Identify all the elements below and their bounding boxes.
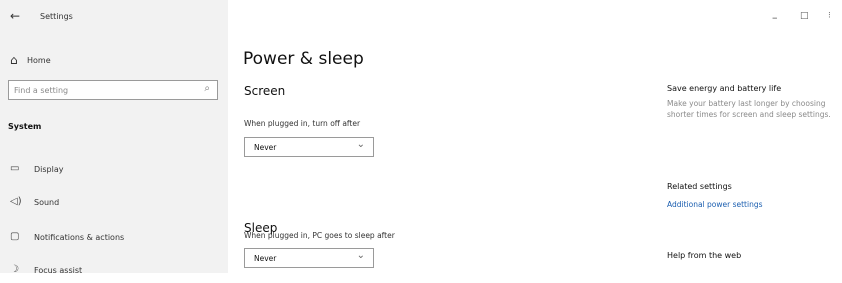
sidebar-item-label: Display xyxy=(34,165,64,174)
additional-power-settings-link[interactable]: Additional power settings xyxy=(667,200,763,209)
screen-label: When plugged in, turn off after xyxy=(244,119,361,128)
back-arrow-icon[interactable]: ← xyxy=(10,9,20,23)
sleep-timeout-dropdown[interactable]: Never ⌄ xyxy=(244,248,374,268)
tip-heading: Save energy and battery life xyxy=(667,84,782,93)
notifications-icon: ▢ xyxy=(10,231,20,242)
display-icon: ▭ xyxy=(10,163,20,174)
sidebar-item-focus-assist[interactable]: ☽ Focus assist xyxy=(0,259,228,283)
search-input[interactable] xyxy=(14,85,189,96)
sidebar-item-label: Notifications & actions xyxy=(34,233,125,242)
screen-timeout-dropdown[interactable]: Never ⌄ xyxy=(244,137,374,157)
page-title: Power & sleep xyxy=(243,49,364,69)
related-settings-heading: Related settings xyxy=(667,182,732,191)
tip-text: Make your battery last longer by choosin… xyxy=(667,99,831,119)
dropdown-value: Never xyxy=(254,143,277,152)
home-link[interactable]: Home xyxy=(27,56,51,65)
dropdown-value: Never xyxy=(254,254,277,263)
search-icon[interactable]: ⌕ xyxy=(204,83,210,94)
focus-assist-icon: ☽ xyxy=(10,264,19,275)
chevron-down-icon: ⌄ xyxy=(356,250,365,261)
sidebar-item-label: Sound xyxy=(34,198,60,207)
search-box[interactable]: ⌕ xyxy=(8,80,218,100)
screen-heading: Screen xyxy=(244,84,286,98)
home-icon[interactable]: ⌂ xyxy=(10,53,18,67)
sidebar-item-notifications[interactable]: ▢ Notifications & actions xyxy=(0,226,228,250)
close-button[interactable]: ⁝ xyxy=(828,11,831,21)
app-title: Settings xyxy=(40,12,73,21)
maximize-button[interactable]: □ xyxy=(800,11,809,21)
sleep-label: When plugged in, PC goes to sleep after xyxy=(244,231,395,240)
section-label: System xyxy=(8,122,42,131)
sidebar: ← Settings ⌂ Home ⌕ System ▭ Display ◁) … xyxy=(0,0,228,275)
sidebar-item-sound[interactable]: ◁) Sound xyxy=(0,191,228,215)
sidebar-item-display[interactable]: ▭ Display xyxy=(0,158,228,182)
sound-icon: ◁) xyxy=(10,196,22,207)
minimize-button[interactable]: – xyxy=(772,11,778,24)
sidebar-item-label: Focus assist xyxy=(34,266,83,275)
help-heading: Help from the web xyxy=(667,251,742,260)
chevron-down-icon: ⌄ xyxy=(356,139,365,150)
